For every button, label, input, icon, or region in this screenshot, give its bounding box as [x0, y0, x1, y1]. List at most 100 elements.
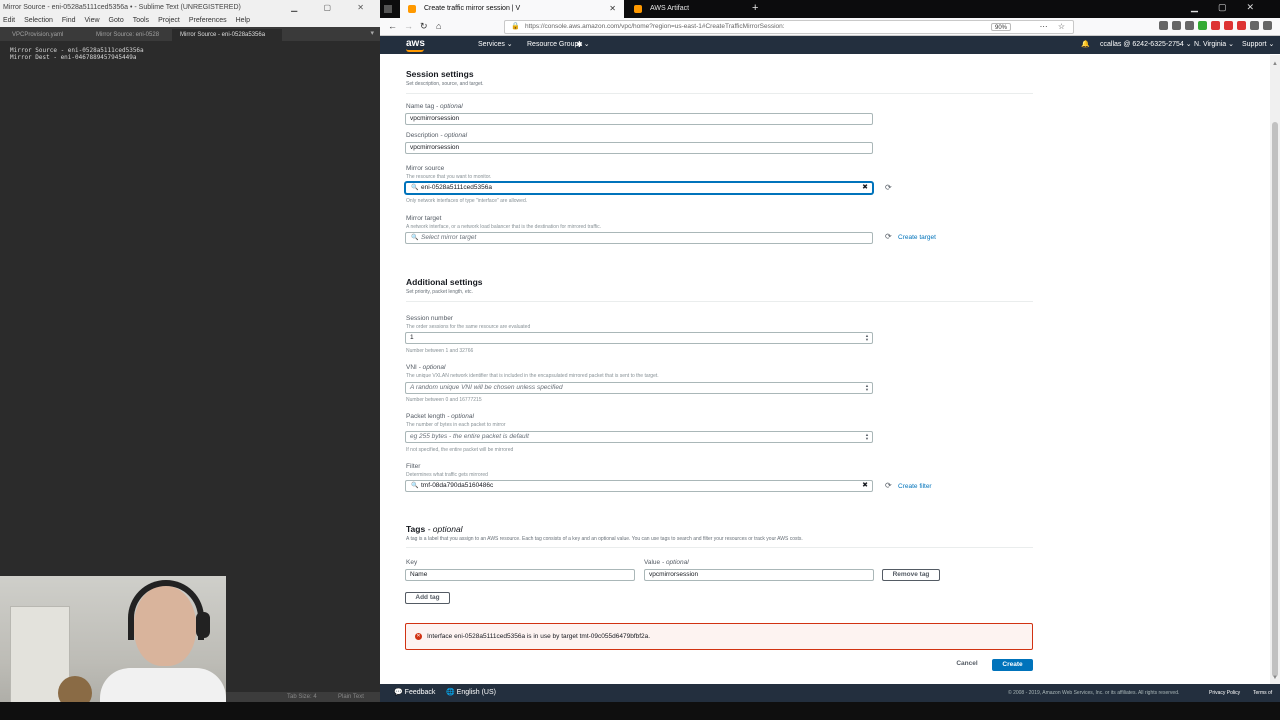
- error-icon: ✕: [415, 633, 422, 640]
- notifications-bell-icon[interactable]: 🔔: [1081, 36, 1090, 54]
- remove-tag-button[interactable]: Remove tag: [882, 569, 940, 581]
- back-icon[interactable]: ←: [388, 21, 397, 31]
- extension-icon[interactable]: [1237, 21, 1246, 30]
- menu-help[interactable]: Help: [236, 15, 250, 27]
- menu-selection[interactable]: Selection: [24, 15, 53, 27]
- packet-length-input[interactable]: eg 255 bytes - the entire packet is defa…: [405, 431, 873, 443]
- services-menu[interactable]: Services ⌄: [478, 36, 513, 54]
- extension-icon[interactable]: [1198, 21, 1207, 30]
- sublime-title-bar: Mirror Source - eni-0528a5111ced5356a • …: [0, 0, 380, 15]
- sidebar-icon[interactable]: [1172, 21, 1181, 30]
- extension-icon[interactable]: [1211, 21, 1220, 30]
- status-tab-size[interactable]: Tab Size: 4: [287, 692, 317, 702]
- menu-icon[interactable]: [1263, 21, 1272, 30]
- sublime-editor[interactable]: Mirror Source - eni-0528a5111ced5356a Mir…: [0, 41, 380, 61]
- extension-icon[interactable]: [1250, 21, 1259, 30]
- sublime-window-controls[interactable]: ▁ ▢ ✕: [291, 0, 376, 15]
- error-message: Interface eni-0528a5111ced5356a is in us…: [427, 633, 651, 640]
- vni-input[interactable]: A random unique VNI will be chosen unles…: [405, 382, 873, 394]
- terms-of-use-link[interactable]: Terms of Use: [1253, 684, 1280, 702]
- mirror-target-select[interactable]: 🔍 Select mirror target: [405, 232, 873, 244]
- webcam-overlay: [0, 576, 226, 720]
- tab-list-icon[interactable]: [384, 5, 392, 13]
- aws-console-header: aws Services ⌄ Resource Groups ⌄ ✱ 🔔 cca…: [380, 36, 1280, 54]
- section-divider: [406, 301, 1033, 302]
- filter-select[interactable]: 🔍 tmf-08da790da5160486c ✖: [405, 480, 873, 492]
- status-syntax[interactable]: Plain Text: [338, 692, 364, 702]
- forward-icon[interactable]: →: [404, 21, 413, 31]
- close-tab-icon[interactable]: ✕: [609, 0, 616, 18]
- webcam-headset: [128, 580, 204, 640]
- menu-find[interactable]: Find: [62, 15, 76, 27]
- description-input[interactable]: vpcmirrorsession: [405, 142, 873, 154]
- create-target-link[interactable]: Create target: [898, 234, 936, 241]
- vni-hint: Number between 0 and 16777215: [406, 397, 482, 403]
- tag-key-input[interactable]: Name: [405, 569, 635, 581]
- description-label: Description - optional: [406, 132, 468, 139]
- feedback-link[interactable]: 💬 Feedback: [394, 684, 435, 702]
- support-menu[interactable]: Support ⌄: [1242, 36, 1274, 54]
- name-tag-input[interactable]: vpcmirrorsession: [405, 113, 873, 125]
- search-icon: 🔍: [411, 235, 419, 241]
- tab-mirror-source-active[interactable]: Mirror Source - eni-0528a5356a: [172, 29, 282, 41]
- scroll-up-icon[interactable]: ▲: [1272, 61, 1278, 67]
- clear-icon[interactable]: ✖: [862, 183, 868, 193]
- extension-icon[interactable]: [1224, 21, 1233, 30]
- cancel-button[interactable]: Cancel: [950, 659, 984, 671]
- privacy-policy-link[interactable]: Privacy Policy: [1209, 684, 1240, 702]
- feedback-icon: 💬: [394, 689, 403, 696]
- pin-icon[interactable]: ✱: [576, 40, 583, 49]
- stepper-icon[interactable]: ▲ ▼: [864, 433, 870, 441]
- mirror-target-label: Mirror target: [406, 215, 442, 222]
- session-number-label: Session number: [406, 315, 453, 322]
- home-icon[interactable]: ⌂: [436, 21, 441, 31]
- menu-goto[interactable]: Goto: [109, 15, 124, 27]
- language-selector[interactable]: 🌐 English (US): [446, 684, 496, 702]
- zoom-level[interactable]: 90%: [990, 23, 1011, 31]
- search-icon: 🔍: [411, 185, 419, 191]
- new-tab-icon[interactable]: +: [752, 2, 758, 14]
- menu-view[interactable]: View: [84, 15, 99, 27]
- clear-icon[interactable]: ✖: [862, 481, 868, 491]
- page-scrollbar[interactable]: ▲ ▼: [1270, 55, 1280, 684]
- create-filter-link[interactable]: Create filter: [898, 483, 932, 490]
- add-tag-button[interactable]: Add tag: [405, 592, 450, 604]
- session-number-description: The order sessions for the same resource…: [406, 324, 531, 330]
- library-icon[interactable]: [1159, 21, 1168, 30]
- search-icon: 🔍: [411, 483, 419, 489]
- refresh-source-icon[interactable]: ⟳: [885, 183, 892, 192]
- account-menu[interactable]: ccallas @ 6242-6325-2754 ⌄: [1100, 36, 1192, 54]
- webcam-headset-earcup: [196, 612, 210, 638]
- tag-value-label: Value - optional: [644, 559, 689, 566]
- mirror-source-input[interactable]: 🔍 eni-0528a5111ced5356a ✖: [405, 182, 873, 194]
- stepper-icon[interactable]: ▲ ▼: [864, 334, 870, 342]
- refresh-filter-icon[interactable]: ⟳: [885, 481, 892, 490]
- scrollbar-thumb[interactable]: [1272, 122, 1278, 677]
- browser-window-controls[interactable]: ▁▢✕: [1191, 2, 1274, 13]
- tab-create-traffic-mirror[interactable]: Create traffic mirror session | V ✕: [400, 0, 624, 18]
- session-number-input[interactable]: 1 ▲ ▼: [405, 332, 873, 344]
- stepper-icon[interactable]: ▲ ▼: [864, 384, 870, 392]
- scroll-down-icon[interactable]: ▼: [1272, 675, 1278, 681]
- aws-logo[interactable]: aws: [406, 38, 425, 52]
- page-actions-icon[interactable]: ⋯ ☆: [1040, 21, 1069, 33]
- refresh-target-icon[interactable]: ⟳: [885, 232, 892, 241]
- packet-length-label: Packet length - optional: [406, 413, 474, 420]
- tab-mirror-source-1[interactable]: Mirror Source: eni-0528: [88, 29, 172, 41]
- menu-project[interactable]: Project: [158, 15, 180, 27]
- tag-value-input[interactable]: vpcmirrorsession: [644, 569, 874, 581]
- url-bar[interactable]: 🔒 https://console.aws.amazon.com/vpc/hom…: [504, 20, 1074, 34]
- create-button[interactable]: Create: [992, 659, 1033, 671]
- menu-edit[interactable]: Edit: [3, 15, 15, 27]
- packet-length-description: The number of bytes in each packet to mi…: [406, 422, 506, 428]
- region-menu[interactable]: N. Virginia ⌄: [1194, 36, 1234, 54]
- menu-tools[interactable]: Tools: [133, 15, 149, 27]
- reload-icon[interactable]: ↻: [420, 21, 428, 32]
- globe-icon: 🌐: [446, 689, 455, 696]
- menu-preferences[interactable]: Preferences: [189, 15, 227, 27]
- tab-dropdown-icon[interactable]: ▾: [370, 29, 374, 37]
- extension-icon[interactable]: [1185, 21, 1194, 30]
- tab-vpcprovision[interactable]: VPCProvision.yaml: [4, 29, 88, 41]
- tab-aws-artifact[interactable]: AWS Artifact: [626, 0, 746, 18]
- tags-title: Tags - optional: [406, 524, 463, 534]
